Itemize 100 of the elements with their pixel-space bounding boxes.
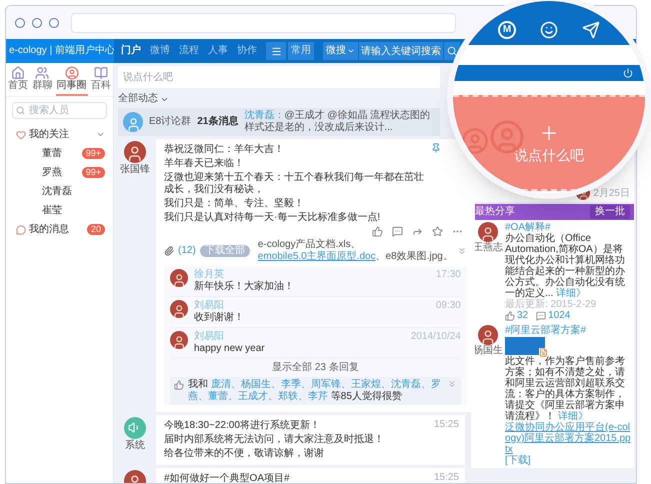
attachment-icon (164, 246, 174, 256)
star-icon[interactable] (432, 226, 443, 237)
post-text: 羊年春天已来临！ (164, 157, 245, 171)
avatar (478, 325, 498, 345)
tree-node-label[interactable]: 我的关注 (29, 128, 93, 140)
tree-item-label[interactable]: 罗燕 (42, 166, 82, 178)
heart-icon (16, 130, 26, 140)
compose-field[interactable]: 说点什么吧 (118, 66, 440, 88)
attachment-count: (12) (178, 245, 196, 257)
message-count: 21条消息 (197, 116, 238, 128)
people-search-field[interactable]: 搜索人员 (12, 102, 107, 119)
nav-tab[interactable]: 人事 (208, 45, 228, 57)
topic-tag[interactable]: #阿里云部署方案# (505, 325, 632, 336)
menu-icon (270, 46, 282, 56)
reply-time: 2014/10/24 (410, 331, 461, 343)
author-name: 系统 (125, 440, 145, 452)
show-all-replies-link[interactable]: 显示全部 23 条回复 (272, 362, 359, 374)
expand-icon[interactable] (456, 246, 467, 256)
details-link[interactable]: 详细》 (558, 411, 588, 422)
home-icon (11, 66, 26, 80)
tree-node-label[interactable]: 我的消息 (29, 224, 84, 236)
details-link[interactable]: 详细》 (556, 288, 586, 299)
post-time: 15:25 (434, 419, 459, 431)
file-link[interactable]: emobile5.0主界面原型.doc (258, 251, 376, 262)
post-text: 泛微也迎来第十五个春天：十五个春秋我们每一年都在茁壮成长，我们没有秘诀， (164, 171, 425, 197)
post-text: 我们只是：简单、专注、坚毅！ (164, 197, 305, 211)
sidebar-tab[interactable]: 首页 (7, 66, 30, 96)
post-date: 2月25日 (593, 188, 630, 200)
chevron-icon[interactable] (96, 130, 105, 139)
avatar (170, 300, 188, 318)
power-icon[interactable] (623, 68, 633, 78)
updated-date: 最后更新: 2015-2-29 (505, 299, 598, 310)
reply-text: happy new year (194, 343, 266, 355)
search-field[interactable]: 请输入关键词搜索 (359, 42, 443, 60)
refresh-button[interactable]: 换一批 (590, 205, 630, 219)
likes-text: 我和 庞清、杨国生、李季、周军锋、王家煌、沈青磊、罗燕、董蕾、王成才、郑轶、李芹 等85人觉得很赞 (188, 379, 442, 403)
avatar (170, 269, 188, 287)
comment-icon[interactable] (392, 226, 403, 237)
file-name[interactable]: 、e8效果图.jpg。 (376, 251, 453, 262)
feed-filter-dropdown[interactable]: 全部动态 (118, 93, 169, 105)
panel-title: 最热分享 (475, 206, 515, 218)
post-text: 今晚18:30~22:00将进行系统更新！ (164, 419, 321, 433)
tree-item-label[interactable]: 崔莹 (42, 204, 105, 216)
send-icon[interactable] (582, 21, 600, 39)
count-badge: 20 (86, 224, 105, 235)
comment-count: 1024 (548, 310, 570, 321)
brand-title: e-cology | 前端用户中心 (6, 39, 114, 63)
reply-text: 收到谢谢！ (194, 312, 245, 324)
avatar (478, 222, 498, 242)
search-icon (16, 106, 25, 115)
nav-tab[interactable]: 流程 (179, 45, 199, 57)
chat-bubble-icon (16, 224, 26, 234)
users-icon (35, 66, 50, 80)
comment-icon[interactable] (536, 310, 546, 320)
share-text: 此文件，作为客户售前参考方案；如有不清楚之处，请和阿里云运营部刘超联系交流：客户的具体方案制作，请提交《阿里云部署方案申请流程》！ 详细》 (505, 356, 626, 422)
expand-icon[interactable] (446, 379, 457, 389)
app-badge-icon[interactable]: M (498, 21, 516, 39)
post-text: 恭祝泛微同仁：羊年大吉！ (164, 143, 285, 157)
avatar (124, 141, 146, 163)
slides-file-icon (539, 348, 548, 357)
search-scope-dropdown[interactable]: 微搜 (323, 42, 358, 60)
post-text: #如何做好一个典型OA项目# (164, 472, 291, 483)
reply-time: 09:30 (436, 300, 461, 312)
group-name: E8讨论群 (149, 116, 192, 128)
reply-time: 17:30 (436, 269, 461, 281)
avatar (170, 331, 188, 349)
caret-icon (347, 47, 355, 55)
post-text: 我们只是认真对待每一天·每一天比标准多做一点! (164, 211, 382, 225)
message-preview: 沈青磊：@王成才 @徐如晶 流程状态图的样式还是老的，没改成后来设计... (244, 110, 432, 134)
sidebar-tab[interactable]: 百科 (90, 66, 112, 96)
download-link[interactable]: [下载] (505, 455, 531, 466)
compose-prompt: 说点什么吧 (514, 146, 584, 164)
nav-tab[interactable]: 门户 (121, 45, 141, 57)
count-badge: 99+ (82, 148, 105, 159)
post-text: 届时内部系统将无法访问，请大家注意及时抵退！ (164, 433, 385, 447)
file-link[interactable]: 泛微协同办公应用平台(e-cology)阿里云部署方案2015.pptx (505, 422, 632, 455)
share-text: 办公自动化（Office Automation,简称OA）是将现代化办公和计算机网络功能结合起来的一种新型的办公方式。办公自动化没有统一的定义... 详细》 (505, 233, 626, 299)
user-circle-icon (64, 66, 79, 80)
menu-button[interactable] (266, 42, 286, 60)
tree-item-label[interactable]: 沈青磊 (42, 186, 105, 198)
like-icon[interactable] (372, 226, 383, 237)
sidebar-tab[interactable]: 群聊 (31, 66, 54, 96)
book-icon (94, 66, 108, 80)
post-text: 给各位带来的不便，敬请谅解，谢谢 (164, 447, 325, 461)
count-badge: 99+ (82, 167, 105, 178)
group-avatar (123, 112, 143, 132)
nav-tab[interactable]: 微博 (150, 45, 170, 57)
sidebar-tab[interactable]: 同事圈 (56, 66, 88, 96)
topic-tag[interactable]: #OA解释# (505, 222, 632, 233)
author-name: 张国锋 (120, 164, 150, 176)
like-icon[interactable] (505, 310, 515, 320)
shortcut-button[interactable]: 常用 (288, 42, 314, 60)
smile-icon[interactable] (540, 21, 558, 39)
nav-tab[interactable]: 协作 (237, 45, 257, 57)
share-icon[interactable] (412, 226, 423, 237)
like-icon (174, 380, 184, 390)
tree-item-label[interactable]: 董蕾 (42, 148, 82, 160)
post-time: 15:25 (434, 472, 459, 483)
file-name[interactable]: e-cology产品文档.xls、 (258, 239, 361, 250)
reply-text: 新年快乐！大家加油！ (194, 281, 295, 293)
